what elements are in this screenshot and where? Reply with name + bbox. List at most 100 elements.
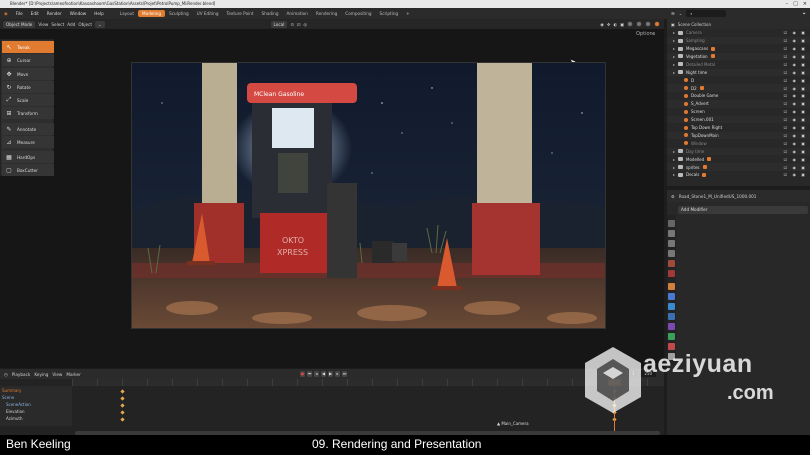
visibility-toggles-icon[interactable]: ☑ ◉ ▣ (784, 38, 807, 43)
material-shading-icon[interactable] (645, 21, 651, 27)
properties-editor-icon[interactable]: ⚙ (671, 194, 675, 199)
outliner-row[interactable]: Top Down Right ☑ ◉ ▣ (667, 124, 810, 132)
outliner-row[interactable]: ▸ Detailed Metal ☑ ◉ ▣ (667, 61, 810, 69)
output-tab-icon[interactable] (668, 240, 675, 247)
visibility-toggles-icon[interactable]: ☑ ◉ ▣ (784, 125, 807, 130)
menu-file[interactable]: File (12, 11, 27, 16)
particles-tab-icon[interactable] (668, 303, 675, 310)
tool-rotate[interactable]: ↻ Rotate (2, 81, 54, 93)
visibility-toggles-icon[interactable]: ☑ ◉ ▣ (784, 54, 807, 59)
channel-azimuth[interactable]: Azimuth (6, 416, 22, 422)
tab-layout[interactable]: Layout (116, 10, 138, 17)
rendered-shading-icon[interactable] (654, 21, 660, 27)
tab-modeling[interactable]: Modeling (138, 10, 166, 17)
jump-end-icon[interactable]: ⏭ (342, 371, 347, 377)
tool-transform[interactable]: ⊞ Transform (2, 107, 54, 119)
timeline-keying-menu[interactable]: Keying (34, 372, 48, 377)
outliner-row[interactable]: ▸ sprites ☑ ◉ ▣ (667, 163, 810, 171)
tab-texture-paint[interactable]: Texture Paint (223, 10, 258, 17)
wireframe-shading-icon[interactable] (627, 21, 633, 27)
proportional-edit-icon[interactable]: ◎ (303, 22, 307, 27)
timeline-ruler[interactable] (72, 379, 664, 386)
play-reverse-icon[interactable]: ◀ (321, 371, 326, 377)
modifier-tab-icon[interactable] (668, 293, 675, 300)
visibility-toggles-icon[interactable]: ☑ ◉ ▣ (784, 172, 807, 177)
menu-help[interactable]: Help (90, 11, 108, 16)
close-icon[interactable]: × (803, 0, 807, 8)
tool-measure[interactable]: ⊿ Measure (2, 136, 54, 148)
add-menu[interactable]: Add (67, 22, 75, 27)
tab-sculpting[interactable]: Sculpting (165, 10, 193, 17)
channel-scene-action[interactable]: SceneAction (6, 402, 31, 408)
outliner-row[interactable]: Screen ☑ ◉ ▣ (667, 108, 810, 116)
visibility-toggles-icon[interactable]: ☑ ◉ ▣ (784, 46, 807, 51)
pivot-icon[interactable]: ⊙ (290, 22, 294, 27)
outliner-row[interactable]: ▸ Modelled ☑ ◉ ▣ (667, 155, 810, 163)
channel-elevation[interactable]: Elevation (6, 409, 25, 415)
visibility-toggles-icon[interactable]: ☑ ◉ ▣ (784, 70, 807, 75)
menu-edit[interactable]: Edit (27, 11, 43, 16)
tool-hardops[interactable]: ▦ HardOps (2, 151, 54, 163)
gizmo-icon[interactable]: ✥ (607, 22, 611, 27)
outliner-row[interactable]: Double Game ☑ ◉ ▣ (667, 92, 810, 100)
options-button[interactable]: Options (636, 31, 655, 37)
object-menu[interactable]: Object (78, 22, 92, 27)
tool-boxcutter[interactable]: ▢ BoxCutter (2, 164, 54, 176)
overlay-icon[interactable]: ◐ (613, 22, 617, 27)
tab-animation[interactable]: Animation (283, 10, 312, 17)
minimize-icon[interactable]: – (786, 0, 789, 8)
visibility-toggles-icon[interactable]: ☑ ◉ ▣ (784, 62, 807, 67)
tab-shading[interactable]: Shading (258, 10, 283, 17)
mode-selector[interactable]: Object Mode (3, 20, 36, 28)
timeline-marker-menu[interactable]: Marker (66, 372, 80, 377)
record-icon[interactable]: ● (300, 371, 305, 377)
outliner-editor-icon[interactable]: ☰ (671, 11, 675, 16)
outliner-row[interactable]: ▸ Camera ☑ ◉ ▣ (667, 29, 810, 37)
visibility-toggles-icon[interactable]: ☑ ◉ ▣ (784, 78, 807, 83)
menu-window[interactable]: Window (66, 11, 91, 16)
tool-tab-icon[interactable] (668, 220, 675, 227)
render-tab-icon[interactable] (668, 230, 675, 237)
timeline-editor-icon[interactable]: ◷ (4, 372, 8, 377)
orientation-selector[interactable]: Local (270, 20, 288, 28)
timeline-view-menu[interactable]: View (52, 372, 62, 377)
outliner-row[interactable]: ▸ Megascans ☑ ◉ ▣ (667, 45, 810, 53)
visibility-toggles-icon[interactable]: ☑ ◉ ▣ (784, 157, 807, 162)
tool-cursor[interactable]: ⊕ Cursor (2, 54, 54, 66)
tool-tweak[interactable]: ↖ Tweak (2, 41, 54, 53)
object-tab-icon[interactable] (668, 283, 675, 290)
outliner-row[interactable]: Screen.001 ☑ ◉ ▣ (667, 115, 810, 124)
physics-tab-icon[interactable] (668, 313, 675, 320)
outliner-row[interactable]: ▸ Decals ☑ ◉ ▣ (667, 171, 810, 179)
tab-compositing[interactable]: Compositing (341, 10, 375, 17)
visibility-toggles-icon[interactable]: ☑ ◉ ▣ (784, 165, 807, 170)
snap-icon[interactable]: ⊡ (297, 22, 301, 27)
tool-move[interactable]: ✥ Move (2, 68, 54, 80)
visibility-toggles-icon[interactable]: ☑ ◉ ▣ (784, 117, 807, 122)
extra-menu-button[interactable]: ⌄ (95, 20, 105, 28)
maximize-icon[interactable]: □ (793, 0, 798, 8)
visibility-toggles-icon[interactable]: ☑ ◉ ▣ (784, 109, 807, 114)
visibility-icon[interactable]: ◉ (600, 22, 604, 27)
tool-scale[interactable]: ⤢ Scale (2, 94, 54, 106)
outliner-row[interactable]: D2 ☑ ◉ ▣ (667, 84, 810, 92)
outliner-row[interactable]: ▸ Day time ☑ ◉ ▣ (667, 147, 810, 156)
outliner-search[interactable]: ⌕ (686, 10, 727, 17)
timeline-area[interactable] (0, 379, 664, 435)
constraints-tab-icon[interactable] (668, 323, 675, 330)
outliner-row[interactable]: ▸ Vegetation ☑ ◉ ▣ (667, 52, 810, 61)
solid-shading-icon[interactable] (636, 21, 642, 27)
scene-tab-icon[interactable] (668, 260, 675, 267)
menu-render[interactable]: Render (43, 11, 66, 16)
tool-annotate[interactable]: ✎ Annotate (2, 123, 54, 135)
outliner-row[interactable]: S_Advert ☑ ◉ ▣ (667, 100, 810, 108)
view-menu[interactable]: View (38, 22, 48, 27)
outliner-row[interactable]: ▸ Night time ☑ ◉ ▣ (667, 68, 810, 77)
timeline-playback-menu[interactable]: Playback (12, 372, 31, 377)
prev-key-icon[interactable]: ◂ (314, 371, 319, 377)
world-tab-icon[interactable] (668, 270, 675, 277)
visibility-toggles-icon[interactable]: ☑ ◉ ▣ (784, 93, 807, 98)
visibility-toggles-icon[interactable]: ☑ ◉ ▣ (784, 86, 807, 91)
tab-rendering[interactable]: Rendering (312, 10, 341, 17)
outliner-display-mode[interactable]: ⌄ (679, 11, 683, 16)
